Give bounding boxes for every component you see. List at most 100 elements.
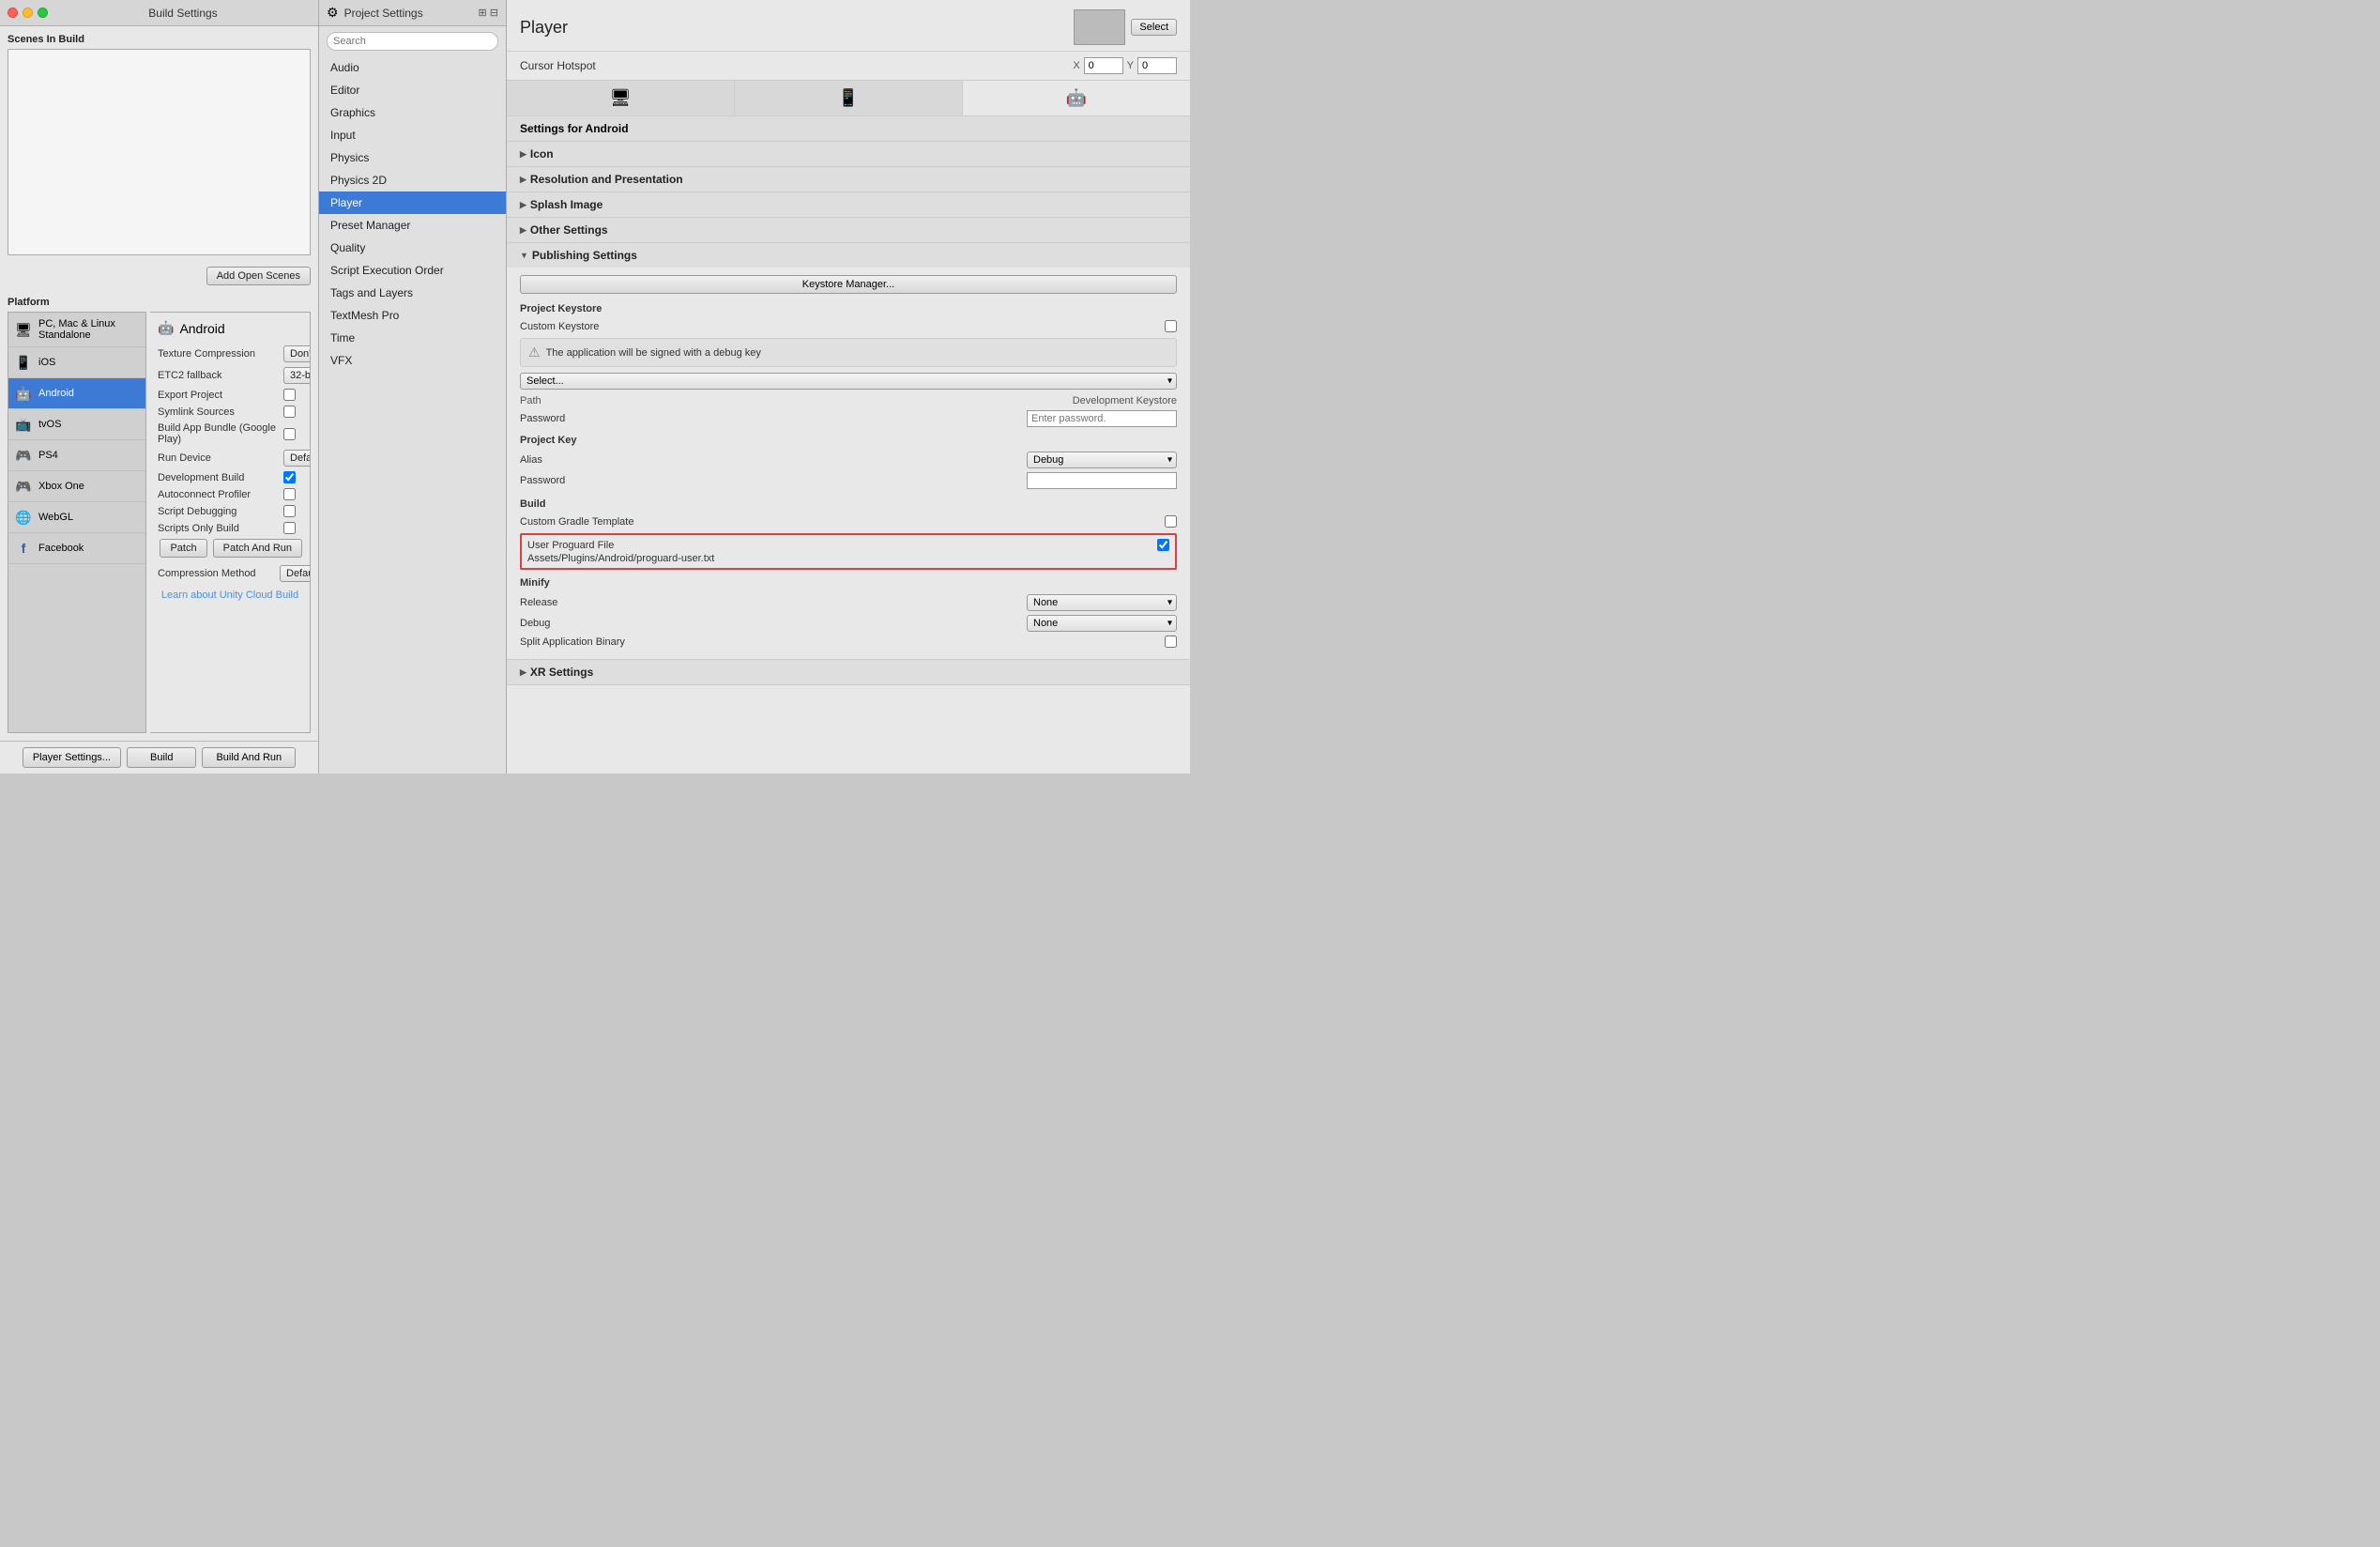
minify-debug-dropdown[interactable]: None — [1027, 615, 1177, 632]
maximize-button[interactable] — [38, 8, 48, 18]
build-button[interactable]: Build — [127, 747, 196, 768]
project-settings-search[interactable] — [327, 32, 498, 51]
splash-section-header[interactable]: ▶ Splash Image — [507, 192, 1190, 217]
cursor-hotspot-label: Cursor Hotspot — [520, 59, 1065, 72]
compression-dropdown[interactable]: Default — [280, 565, 311, 582]
ios-icon: 📱 — [14, 353, 33, 372]
project-settings-icon: ⚙ — [327, 5, 339, 21]
run-device-dropdown[interactable]: Default device — [283, 450, 311, 467]
platform-item-xboxone[interactable]: 🎮 Xbox One — [8, 471, 145, 502]
nav-item-input[interactable]: Input — [319, 124, 506, 146]
other-settings-section: ▶ Other Settings — [507, 218, 1190, 243]
tab-standalone[interactable]: 🖥 — [507, 81, 735, 115]
xr-settings-label: XR Settings — [530, 666, 593, 679]
keystore-password-row: Password — [520, 410, 1177, 427]
script-debugging-checkbox[interactable] — [283, 505, 296, 517]
user-proguard-checkbox[interactable] — [1157, 539, 1169, 551]
development-build-label: Development Build — [158, 472, 280, 483]
nav-item-textmeshpro[interactable]: TextMesh Pro — [319, 304, 506, 327]
nav-item-tagsandlayers[interactable]: Tags and Layers — [319, 282, 506, 304]
nav-item-time[interactable]: Time — [319, 327, 506, 349]
nav-item-player[interactable]: Player — [319, 191, 506, 214]
platform-item-tvos[interactable]: 📺 tvOS — [8, 409, 145, 440]
development-build-checkbox[interactable] — [283, 471, 296, 483]
select-button[interactable]: Select — [1131, 19, 1177, 36]
split-app-row: Split Application Binary — [520, 636, 1177, 648]
compression-dropdown-wrap: Default — [280, 565, 311, 582]
custom-gradle-row: Custom Gradle Template — [520, 515, 1177, 528]
publishing-section-header[interactable]: ▼ Publishing Settings — [507, 243, 1190, 268]
keystore-select-dropdown[interactable]: Select... — [520, 373, 1177, 390]
patch-and-run-button[interactable]: Patch And Run — [213, 539, 302, 558]
split-app-checkbox[interactable] — [1165, 636, 1177, 648]
platform-label-standalone: PC, Mac & Linux Standalone — [38, 318, 140, 341]
platform-item-android[interactable]: 🤖 Android — [8, 378, 145, 409]
custom-keystore-checkbox[interactable] — [1165, 320, 1177, 332]
cloud-build-link[interactable]: Learn about Unity Cloud Build — [158, 590, 302, 601]
minify-release-dropdown[interactable]: None — [1027, 594, 1177, 611]
nav-item-vfx[interactable]: VFX — [319, 349, 506, 372]
etc2-fallback-dropdown[interactable]: 32-bit — [283, 367, 311, 384]
platform-item-ps4[interactable]: 🎮 PS4 — [8, 440, 145, 471]
alias-dropdown[interactable]: Debug — [1027, 452, 1177, 468]
user-proguard-row: User Proguard File — [527, 539, 1169, 551]
nav-item-quality[interactable]: Quality — [319, 237, 506, 259]
minimize-button[interactable] — [23, 8, 33, 18]
xr-settings-header[interactable]: ▶ XR Settings — [507, 660, 1190, 684]
icon-section-header[interactable]: ▶ Icon — [507, 142, 1190, 166]
keystore-manager-button[interactable]: Keystore Manager... — [520, 275, 1177, 294]
platform-list: 🖥 PC, Mac & Linux Standalone 📱 iOS 🤖 And… — [8, 312, 146, 733]
custom-gradle-checkbox[interactable] — [1165, 515, 1177, 528]
build-subsection-title: Build — [520, 498, 1177, 510]
build-and-run-button[interactable]: Build And Run — [202, 747, 296, 768]
platform-item-standalone[interactable]: 🖥 PC, Mac & Linux Standalone — [8, 313, 145, 347]
close-button[interactable] — [8, 8, 18, 18]
scenes-section: Scenes In Build — [0, 26, 318, 263]
player-settings-button[interactable]: Player Settings... — [23, 747, 121, 768]
scripts-only-build-checkbox[interactable] — [283, 522, 296, 534]
alias-row: Alias Debug — [520, 452, 1177, 468]
autoconnect-profiler-checkbox[interactable] — [283, 488, 296, 500]
project-keystore-title: Project Keystore — [520, 303, 1177, 314]
splash-section-label: Splash Image — [530, 198, 603, 211]
nav-item-graphics[interactable]: Graphics — [319, 101, 506, 124]
y-input[interactable] — [1137, 57, 1177, 74]
nav-item-presetmanager[interactable]: Preset Manager — [319, 214, 506, 237]
nav-item-scriptexecutionorder[interactable]: Script Execution Order — [319, 259, 506, 282]
nav-item-audio[interactable]: Audio — [319, 56, 506, 79]
texture-compression-row: Texture Compression Don't override — [158, 345, 302, 362]
symlink-sources-checkbox[interactable] — [283, 406, 296, 418]
nav-item-physics[interactable]: Physics — [319, 146, 506, 169]
alias-label: Alias — [520, 454, 1027, 466]
password-label: Password — [520, 413, 1027, 424]
other-settings-section-header[interactable]: ▶ Other Settings — [507, 218, 1190, 242]
tab-android[interactable]: 🤖 — [963, 81, 1190, 115]
texture-compression-dropdown[interactable]: Don't override — [283, 345, 311, 362]
project-settings-titlebar: ⚙ Project Settings ⊞ ⊟ — [319, 0, 506, 26]
platform-item-facebook[interactable]: f Facebook — [8, 533, 145, 564]
export-project-label: Export Project — [158, 390, 280, 401]
export-project-checkbox[interactable] — [283, 389, 296, 401]
patch-button[interactable]: Patch — [160, 539, 206, 558]
other-settings-chevron: ▶ — [520, 225, 526, 236]
path-dev-row: Path Development Keystore — [520, 395, 1177, 406]
etc2-fallback-label: ETC2 fallback — [158, 370, 280, 381]
tab-ios[interactable]: 📱 — [735, 81, 963, 115]
platform-item-webgl[interactable]: 🌐 WebGL — [8, 502, 145, 533]
key-password-input[interactable] — [1027, 472, 1177, 489]
x-input[interactable] — [1084, 57, 1123, 74]
splash-chevron: ▶ — [520, 200, 526, 210]
keystore-password-input[interactable] — [1027, 410, 1177, 427]
custom-gradle-label: Custom Gradle Template — [520, 516, 1165, 528]
add-open-scenes-button[interactable]: Add Open Scenes — [206, 267, 311, 285]
nav-item-physics2d[interactable]: Physics 2D — [319, 169, 506, 191]
build-app-bundle-checkbox[interactable] — [283, 428, 296, 440]
project-key-title: Project Key — [520, 435, 1177, 446]
resolution-section-header[interactable]: ▶ Resolution and Presentation — [507, 167, 1190, 191]
platform-item-ios[interactable]: 📱 iOS — [8, 347, 145, 378]
other-settings-section-label: Other Settings — [530, 223, 608, 237]
script-debugging-label: Script Debugging — [158, 506, 280, 517]
nav-item-editor[interactable]: Editor — [319, 79, 506, 101]
build-app-bundle-label: Build App Bundle (Google Play) — [158, 422, 280, 445]
platform-label-ps4: PS4 — [38, 450, 58, 461]
